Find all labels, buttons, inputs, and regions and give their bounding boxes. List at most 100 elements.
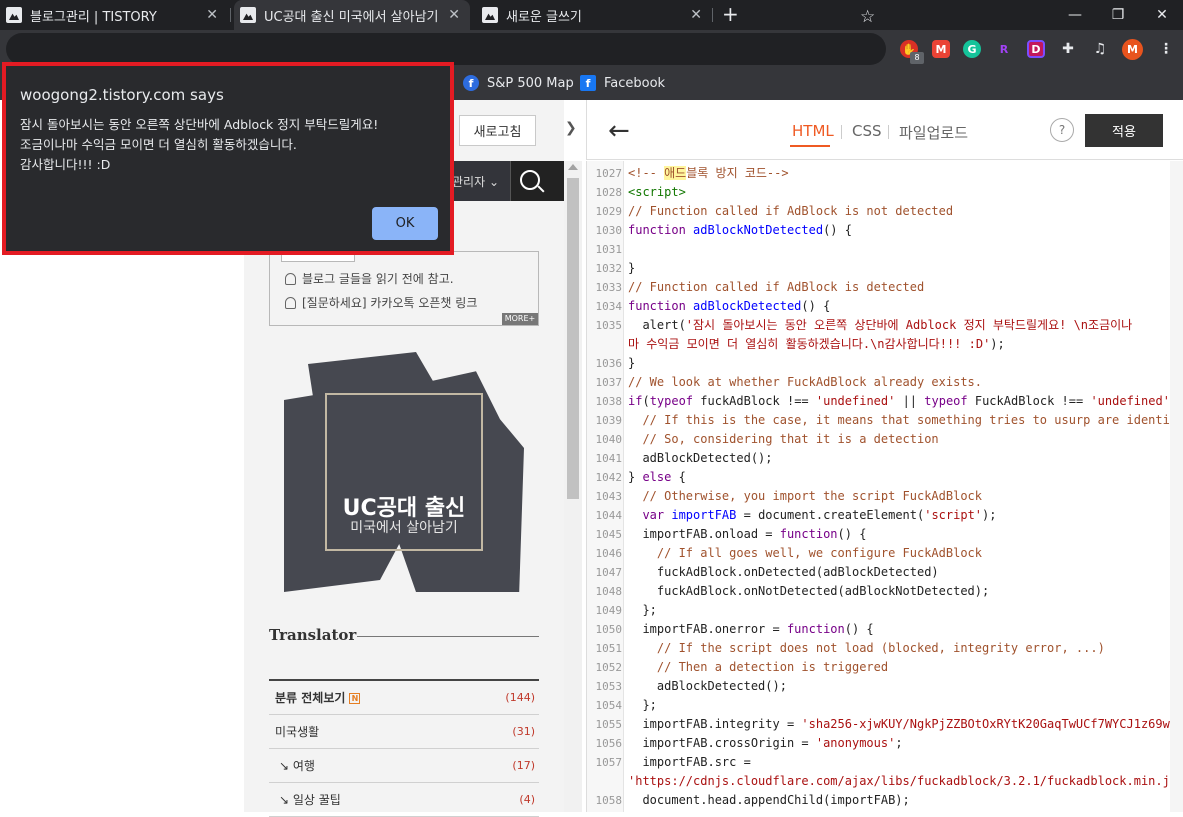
chevron-right-icon[interactable]: ❯ xyxy=(565,120,577,136)
code-token: if xyxy=(628,394,642,408)
tab-css[interactable]: CSS xyxy=(852,122,882,140)
code-text: // If all goes well, we configure FuckAd… xyxy=(628,544,982,563)
more-link[interactable]: MORE+ xyxy=(502,313,538,325)
bookmark-star-icon[interactable]: ☆ xyxy=(860,9,875,26)
tab-title: 새로운 글쓰기 xyxy=(506,6,582,25)
preview-scrollbar-thumb[interactable] xyxy=(567,178,579,499)
code-line[interactable]: 1041 adBlockDetected(); xyxy=(586,449,1170,468)
code-line[interactable]: 1054 }; xyxy=(586,696,1170,715)
bookmark-sp500[interactable]: f S&P 500 Map xyxy=(463,75,574,91)
code-text: <!-- 애드블록 방지 코드--> xyxy=(628,164,789,183)
code-line[interactable]: 1050 importFAB.onerror = function() { xyxy=(586,620,1170,639)
category-item[interactable]: ↘ 여행 (17) xyxy=(269,749,539,783)
notice-item[interactable]: 블로그 글들을 읽기 전에 참고. xyxy=(285,270,454,287)
code-line[interactable]: 1045 importFAB.onload = function() { xyxy=(586,525,1170,544)
code-line[interactable]: 1042} else { xyxy=(586,468,1170,487)
code-line[interactable]: 1052 // Then a detection is triggered xyxy=(586,658,1170,677)
code-line[interactable]: 1029// Function called if AdBlock is not… xyxy=(586,202,1170,221)
grammarly-icon[interactable]: G xyxy=(963,40,981,58)
code-line[interactable]: 1036} xyxy=(586,354,1170,373)
code-text: }; xyxy=(628,601,657,620)
code-line[interactable]: 1048 fuckAdBlock.onNotDetected(adBlockNo… xyxy=(586,582,1170,601)
code-token: fuckAdBlock.onNotDetected(adBlockNotDete… xyxy=(628,584,989,598)
code-line[interactable]: 1034function adBlockDetected() { xyxy=(586,297,1170,316)
tab-new-post[interactable]: 새로운 글쓰기 ✕ xyxy=(476,0,712,30)
extension-d-icon[interactable]: D xyxy=(1027,40,1045,58)
back-arrow-icon[interactable]: ← xyxy=(608,118,630,144)
code-line[interactable]: 1040 // So, considering that it is a det… xyxy=(586,430,1170,449)
code-text: 'https://cdnjs.cloudflare.com/ajax/libs/… xyxy=(628,772,1170,791)
scroll-up-icon[interactable] xyxy=(568,164,578,170)
code-line[interactable]: 1038if(typeof fuckAdBlock !== 'undefined… xyxy=(586,392,1170,411)
code-text: alert('잠시 돌아보시는 동안 오른쪽 상단바에 Adblock 정지 부… xyxy=(628,316,1132,335)
code-line[interactable]: 1057 importFAB.src = xyxy=(586,753,1170,772)
code-token: 'sha256-xjwKUY/NgkPjZZBOtOxRYtK20GaqTwUC… xyxy=(801,717,1170,731)
code-line[interactable]: 1031 xyxy=(586,240,1170,259)
code-token: adBlockDetected xyxy=(693,299,801,313)
code-token: // So, considering that it is a detectio… xyxy=(628,432,939,446)
code-line[interactable]: 1047 fuckAdBlock.onDetected(adBlockDetec… xyxy=(586,563,1170,582)
extensions-puzzle-icon[interactable]: ✚ xyxy=(1059,40,1077,58)
gmail-icon[interactable]: M xyxy=(932,40,950,58)
code-line[interactable]: 1030function adBlockNotDetected() { xyxy=(586,221,1170,240)
code-line[interactable]: 1044 var importFAB = document.createElem… xyxy=(586,506,1170,525)
code-line[interactable]: 1046 // If all goes well, we configure F… xyxy=(586,544,1170,563)
code-line[interactable]: 1039 // If this is the case, it means th… xyxy=(586,411,1170,430)
code-line[interactable]: 1027<!-- 애드블록 방지 코드--> xyxy=(586,164,1170,183)
bookmark-facebook[interactable]: f Facebook xyxy=(580,75,665,91)
tab-html[interactable]: HTML xyxy=(792,122,834,140)
media-control-icon[interactable]: ♫ xyxy=(1091,40,1109,58)
close-icon[interactable]: ✕ xyxy=(448,7,460,23)
profile-avatar[interactable]: M xyxy=(1122,39,1143,60)
minimize-icon[interactable]: — xyxy=(1055,0,1095,30)
code-line[interactable]: 1056 importFAB.crossOrigin = 'anonymous'… xyxy=(586,734,1170,753)
code-line[interactable]: 1035 alert('잠시 돌아보시는 동안 오른쪽 상단바에 Adblock… xyxy=(586,316,1170,335)
line-number: 1038 xyxy=(586,392,622,411)
category-item[interactable]: 미국생활 (31) xyxy=(269,715,539,749)
code-token: // If the script does not load (blocked,… xyxy=(628,641,1105,655)
tab-blog-admin[interactable]: 블로그관리 | TISTORY ✕ xyxy=(0,0,228,30)
refresh-button[interactable]: 새로고침 xyxy=(459,115,536,146)
code-line[interactable]: 1053 adBlockDetected(); xyxy=(586,677,1170,696)
ok-button[interactable]: OK xyxy=(372,207,438,240)
code-line[interactable]: 'https://cdnjs.cloudflare.com/ajax/libs/… xyxy=(586,772,1170,791)
code-text: importFAB.integrity = 'sha256-xjwKUY/Ngk… xyxy=(628,715,1170,734)
code-line[interactable]: 1028<script> xyxy=(586,183,1170,202)
tab-uc-blog[interactable]: UC공대 출신 미국에서 살아남기 ✕ xyxy=(234,0,470,30)
new-tab-icon[interactable]: + xyxy=(722,4,739,24)
code-line[interactable]: 1055 importFAB.integrity = 'sha256-xjwKU… xyxy=(586,715,1170,734)
code-line[interactable]: 1049 }; xyxy=(586,601,1170,620)
code-line[interactable]: 1051 // If the script does not load (blo… xyxy=(586,639,1170,658)
apply-button[interactable]: 적용 xyxy=(1085,114,1163,147)
code-line[interactable]: 1037// We look at whether FuckAdBlock al… xyxy=(586,373,1170,392)
bell-icon xyxy=(285,273,296,285)
category-name: ↘ 여행 xyxy=(279,757,315,774)
close-window-icon[interactable]: ✕ xyxy=(1142,0,1182,30)
admin-menu[interactable]: 관리자 ⌄ xyxy=(452,173,499,190)
editor-scrollbar[interactable] xyxy=(1170,161,1183,812)
code-token: ); xyxy=(982,508,996,522)
code-token: importFAB.crossOrigin = xyxy=(628,736,816,750)
category-item[interactable]: 분류 전체보기N (144) xyxy=(269,681,539,715)
code-text: importFAB.onerror = function() { xyxy=(628,620,874,639)
code-line[interactable]: 마 수익금 모이면 더 열심히 활동하겠습니다.\n감사합니다!!! :D'); xyxy=(586,335,1170,354)
tab-file-upload[interactable]: 파일업로드 xyxy=(899,122,968,143)
search-icon xyxy=(520,170,540,190)
code-line[interactable]: 1058 document.head.appendChild(importFAB… xyxy=(586,791,1170,810)
address-bar[interactable] xyxy=(6,33,886,65)
line-number: 1045 xyxy=(586,525,622,544)
notice-item[interactable]: [질문하세요] 카카오톡 오픈챗 링크 xyxy=(285,294,477,311)
code-editor[interactable]: 1027<!-- 애드블록 방지 코드-->1028<script>1029//… xyxy=(586,161,1170,812)
extension-r-icon[interactable]: R xyxy=(995,40,1013,58)
restore-icon[interactable]: ❐ xyxy=(1098,0,1138,30)
help-button[interactable]: ? xyxy=(1050,118,1074,142)
code-line[interactable]: 1033// Function called if AdBlock is det… xyxy=(586,278,1170,297)
line-number: 1055 xyxy=(586,715,622,734)
close-icon[interactable]: ✕ xyxy=(206,7,218,23)
code-line[interactable]: 1032} xyxy=(586,259,1170,278)
globe-icon: f xyxy=(463,75,479,91)
menu-kebab-icon[interactable]: ⋮ xyxy=(1157,40,1175,58)
code-line[interactable]: 1043 // Otherwise, you import the script… xyxy=(586,487,1170,506)
category-count: (31) xyxy=(512,725,535,738)
close-icon[interactable]: ✕ xyxy=(690,7,702,23)
